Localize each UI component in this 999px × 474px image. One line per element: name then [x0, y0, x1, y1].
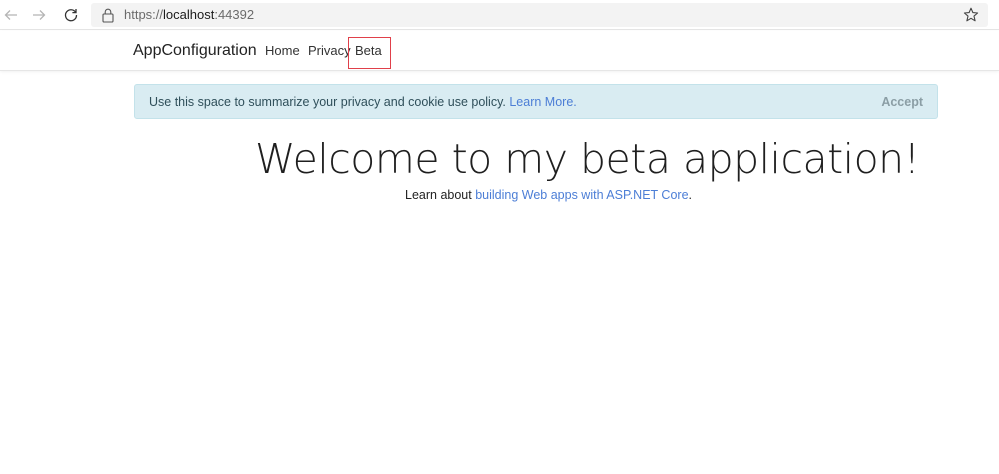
brand-link[interactable]: AppConfiguration — [133, 41, 257, 61]
url-text[interactable]: https://localhost:44392 — [124, 7, 254, 23]
learn-more-link[interactable]: Learn More. — [509, 95, 576, 109]
back-button[interactable] — [0, 4, 22, 26]
arrow-right-icon — [33, 10, 46, 20]
cookie-message-text: Use this space to summarize your privacy… — [149, 95, 510, 109]
refresh-button[interactable] — [60, 4, 82, 26]
learn-about-text: Learn about building Web apps with ASP.N… — [405, 187, 692, 203]
browser-toolbar: https://localhost:44392 — [0, 0, 999, 30]
url-port: :44392 — [214, 7, 255, 22]
forward-button[interactable] — [28, 4, 50, 26]
learn-about-prefix: Learn about — [405, 188, 476, 202]
accept-button[interactable]: Accept — [881, 94, 923, 110]
lock-icon — [102, 8, 114, 23]
address-bar[interactable]: https://localhost:44392 — [91, 3, 988, 27]
nav-link-privacy[interactable]: Privacy — [308, 42, 351, 60]
cookie-message: Use this space to summarize your privacy… — [149, 94, 577, 110]
cookie-consent-alert: Use this space to summarize your privacy… — [134, 84, 938, 119]
main-heading-container: Welcome to my beta application! — [0, 134, 999, 186]
arrow-left-icon — [4, 10, 17, 20]
app-navbar: AppConfiguration Home Privacy Beta — [0, 31, 999, 71]
refresh-icon — [64, 9, 78, 22]
page-title: Welcome to my beta application! — [255, 135, 920, 183]
url-host: localhost — [163, 7, 215, 22]
favorite-star-icon[interactable] — [962, 6, 980, 24]
beta-highlight-box — [348, 37, 391, 69]
nav-link-home[interactable]: Home — [265, 42, 300, 60]
aspnet-docs-link[interactable]: building Web apps with ASP.NET Core — [475, 188, 688, 202]
url-scheme: https:// — [124, 7, 164, 22]
learn-about-suffix: . — [688, 188, 693, 202]
